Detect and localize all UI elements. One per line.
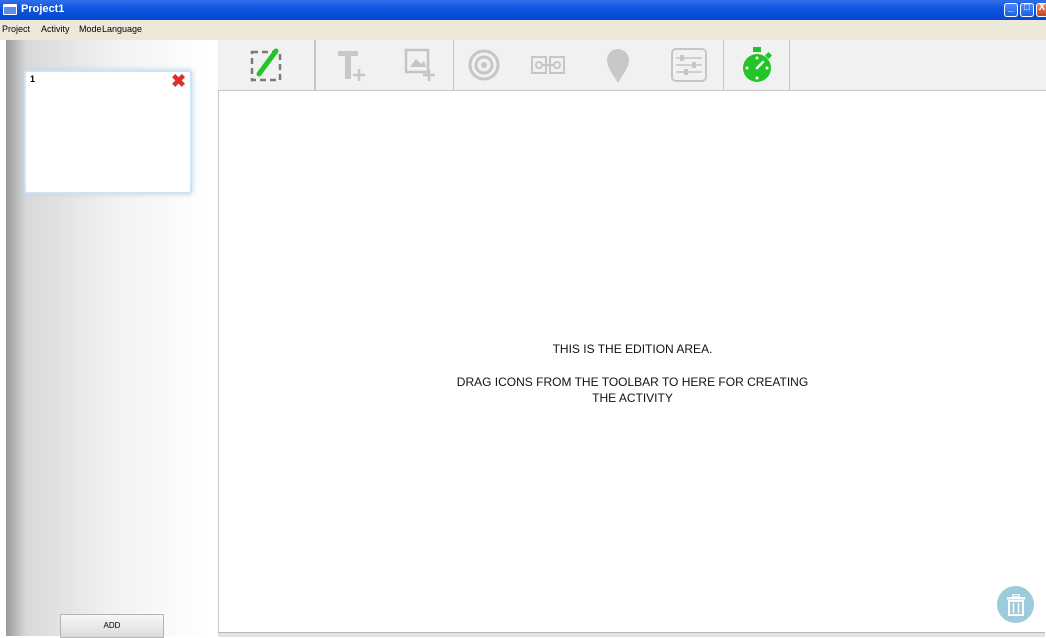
add-image-icon <box>404 48 435 81</box>
tool-connector[interactable] <box>514 40 582 90</box>
tool-add-text[interactable] <box>316 40 387 90</box>
add-slide-button[interactable]: ADD <box>60 614 164 638</box>
tool-add-image[interactable] <box>387 40 454 90</box>
slide-thumbnail[interactable]: 1 ✖ <box>24 70 192 194</box>
edition-area-title: THIS IS THE EDITION AREA. <box>552 342 713 356</box>
slides-panel: 1 ✖ ADD <box>6 40 210 638</box>
close-icon: X <box>1038 2 1046 13</box>
delete-slide-icon[interactable]: ✖ <box>171 71 186 92</box>
tool-edit-frame[interactable] <box>218 40 315 90</box>
menu-bar: Project Activity Mode Language <box>0 20 1046 40</box>
map-pin-icon <box>607 49 629 83</box>
trash-icon <box>1007 594 1025 616</box>
add-text-icon <box>337 51 365 81</box>
window-title: Project1 <box>21 3 65 15</box>
connector-icon <box>531 56 565 74</box>
tool-stopwatch[interactable] <box>724 40 790 90</box>
tool-map-pin[interactable] <box>582 40 654 90</box>
edition-area[interactable]: THIS IS THE EDITION AREA. DRAG ICONS FRO… <box>218 91 1046 632</box>
maximize-button[interactable]: □ <box>1020 2 1034 17</box>
minimize-button[interactable]: _ <box>1004 2 1018 17</box>
minimize-icon: _ <box>1008 2 1014 13</box>
stopwatch-icon <box>742 47 772 82</box>
tool-sliders[interactable] <box>654 40 724 90</box>
edition-area-instruction-line2: THE ACTIVITY <box>592 391 673 405</box>
horizontal-scrollbar[interactable] <box>218 632 1045 637</box>
slide-number: 1 <box>30 74 36 84</box>
title-bar: Project1 _ □ X <box>0 0 1046 20</box>
tool-target[interactable] <box>454 40 514 90</box>
close-window-button[interactable]: X <box>1036 2 1046 17</box>
menu-language[interactable]: Language <box>102 24 142 34</box>
trash-button[interactable] <box>997 586 1034 623</box>
menu-project[interactable]: Project <box>2 24 30 34</box>
toolbar <box>218 40 1046 91</box>
menu-activity[interactable]: Activity <box>41 24 70 34</box>
maximize-icon: □ <box>1023 2 1031 13</box>
edition-area-instruction-line1: DRAG ICONS FROM THE TOOLBAR TO HERE FOR … <box>456 375 809 389</box>
target-icon <box>468 49 500 81</box>
app-window-icon <box>3 4 17 15</box>
edit-frame-icon <box>250 48 282 82</box>
menu-mode[interactable]: Mode <box>79 24 102 34</box>
sliders-icon <box>670 48 707 82</box>
